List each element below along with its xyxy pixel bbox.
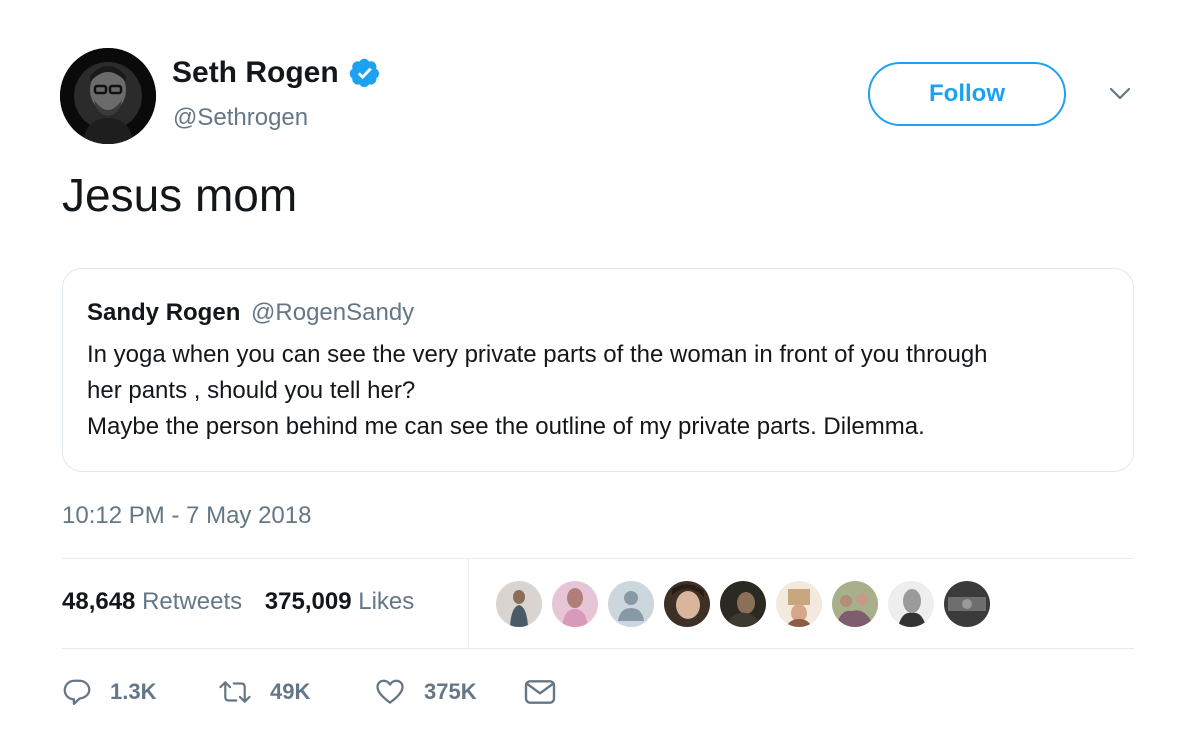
tweet-text: Jesus mom [62,169,298,221]
quoted-tweet-text: In yoga when you can see the very privat… [87,337,1117,445]
direct-message-button[interactable] [524,678,556,706]
like-button[interactable]: 375K [374,677,524,707]
liker-avatar[interactable] [830,579,880,629]
tweet-actions: 1.3K 49K 375K [62,672,556,712]
retweets-label[interactable]: Retweets [142,588,242,615]
quoted-tweet-line: her pants , should you tell her? [87,377,416,404]
likes-label[interactable]: Likes [358,588,414,615]
stats-divider [468,558,469,648]
stats-row: 48,648 Retweets 375,009 Likes [62,558,1134,648]
liker-avatar[interactable] [662,579,712,629]
engagement-stats: 48,648 Retweets 375,009 Likes [62,588,430,616]
liker-avatar[interactable] [718,579,768,629]
liker-avatar[interactable] [494,579,544,629]
divider [62,648,1134,649]
quoted-tweet-header: Sandy Rogen @RogenSandy [87,299,414,327]
quoted-tweet-line: In yoga when you can see the very privat… [87,341,988,368]
liker-avatar[interactable] [606,579,656,629]
envelope-icon [524,678,556,706]
heart-icon [374,677,406,707]
quoted-tweet-line: Maybe the person behind me can see the o… [87,413,925,440]
reply-icon [62,677,92,707]
author-handle[interactable]: @Sethrogen [173,104,308,132]
follow-button[interactable]: Follow [868,62,1066,126]
reply-count: 1.3K [110,679,157,704]
retweets-count[interactable]: 48,648 [62,588,135,615]
liker-avatar[interactable] [886,579,936,629]
quoted-tweet[interactable]: Sandy Rogen @RogenSandy In yoga when you… [62,268,1134,472]
quoted-author-name: Sandy Rogen [87,299,241,326]
liker-avatar[interactable] [774,579,824,629]
verified-badge-icon [349,57,381,89]
chevron-down-icon[interactable] [1108,86,1132,102]
liker-avatars [494,579,998,629]
retweet-button[interactable]: 49K [218,677,374,707]
author-name-row: Seth Rogen [172,56,381,90]
retweet-icon [218,677,252,707]
author-avatar[interactable] [60,48,156,144]
tweet-timestamp[interactable]: 10:12 PM - 7 May 2018 [62,502,311,530]
author-name[interactable]: Seth Rogen [172,56,339,90]
liker-avatar[interactable] [550,579,600,629]
like-count: 375K [424,679,477,704]
reply-button[interactable]: 1.3K [62,677,218,707]
retweet-count: 49K [270,679,311,704]
liker-avatar[interactable] [942,579,992,629]
tweet-header: Seth Rogen @Sethrogen Follow [60,48,1140,144]
quoted-author-handle: @RogenSandy [251,299,415,326]
likes-count[interactable]: 375,009 [265,588,352,615]
